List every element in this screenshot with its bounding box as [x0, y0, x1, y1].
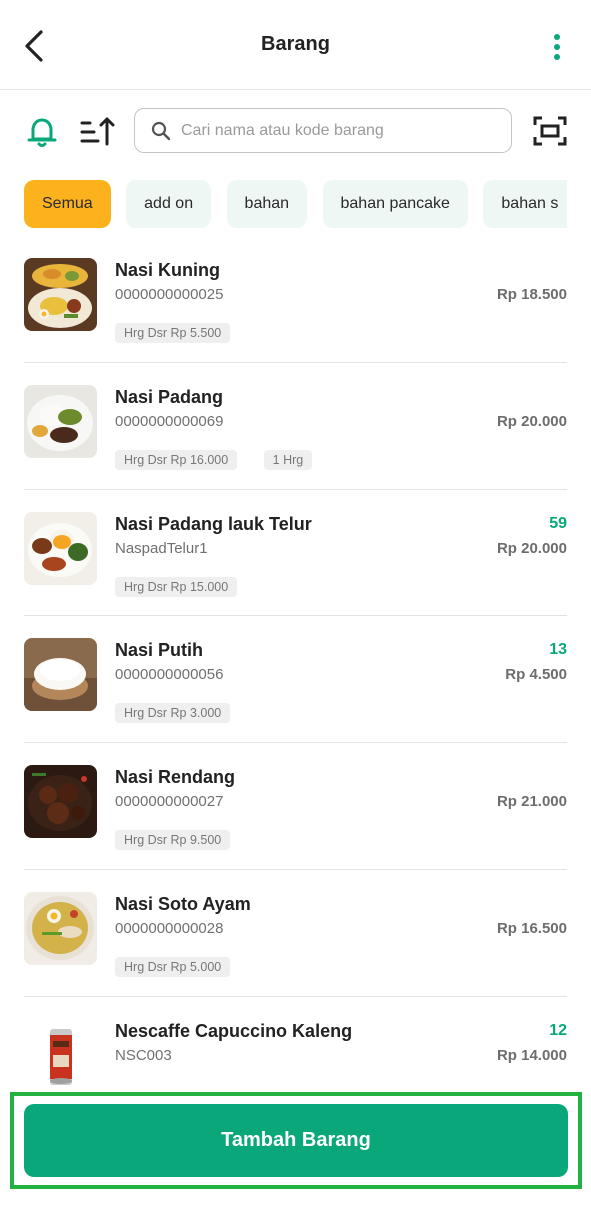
- product-stock: 59: [549, 514, 567, 532]
- search-icon: [151, 121, 171, 140]
- product-image-nescaffe-capuccino-kaleng: [24, 1018, 97, 1092]
- product-price: Rp 20.000: [496, 412, 567, 430]
- product-tags: Hrg Dsr Rp 15.000: [115, 576, 259, 597]
- bell-icon: [27, 118, 57, 147]
- app-header: Barang: [0, 0, 591, 90]
- product-image-nasi-padang: [24, 384, 97, 458]
- product-row[interactable]: Nasi Kuning 0000000000025 Rp 18.500 Hrg …: [24, 236, 567, 363]
- category-chip-bahan-s[interactable]: bahan s: [483, 180, 567, 228]
- base-price-tag: Hrg Dsr Rp 3.000: [115, 703, 231, 724]
- sort-icon: [80, 117, 115, 146]
- product-code: 0000000000069: [115, 412, 224, 430]
- category-filter-bar: Semua add on bahan bahan pancake bahan s: [24, 180, 567, 230]
- notification-button[interactable]: [24, 114, 60, 150]
- product-tags: Hrg Dsr Rp 5.500: [115, 323, 252, 343]
- product-name: Nescaffe Capuccino Kaleng: [115, 1020, 353, 1041]
- product-tags: Hrg Dsr Rp 5.000: [115, 956, 252, 977]
- product-row[interactable]: Nasi Padang 0000000000069 Rp 20.000 Hrg …: [24, 363, 567, 490]
- product-code: NSC003: [115, 1046, 172, 1064]
- scan-icon: [533, 116, 567, 146]
- product-image-nasi-soto-ayam: [24, 891, 97, 965]
- product-price: Rp 18.500: [496, 286, 567, 303]
- product-price: Rp 16.500: [496, 919, 567, 937]
- product-code: 0000000000027: [115, 793, 224, 811]
- base-price-tag: Hrg Dsr Rp 15.000: [115, 576, 238, 597]
- product-tags: Hrg Dsr Rp 3.000: [115, 703, 252, 724]
- scan-barcode-button[interactable]: [533, 116, 567, 146]
- search-input[interactable]: [181, 121, 481, 140]
- product-code: 0000000000028: [115, 919, 224, 937]
- product-image-nasi-kuning: [24, 258, 97, 331]
- product-image-nasi-putih: [24, 638, 97, 712]
- category-chip-bahan[interactable]: bahan: [226, 180, 308, 228]
- product-stock: 12: [549, 1021, 567, 1039]
- price-count-tag: 1 Hrg: [263, 449, 313, 470]
- product-row[interactable]: Nasi Putih 0000000000056 13 Rp 4.500 Hrg…: [24, 616, 567, 744]
- product-name: Nasi Padang: [115, 386, 224, 407]
- product-name: Nasi Kuning: [115, 260, 221, 280]
- category-chip-bahan-pancake[interactable]: bahan pancake: [322, 180, 468, 228]
- product-name: Nasi Soto Ayam: [115, 893, 251, 914]
- product-tags: Hrg Dsr Rp 9.500: [115, 830, 252, 851]
- base-price-tag: Hrg Dsr Rp 5.500: [115, 323, 231, 343]
- base-price-tag: Hrg Dsr Rp 16.000: [115, 449, 238, 470]
- category-chip-add-on[interactable]: add on: [126, 180, 212, 228]
- product-row[interactable]: Nasi Soto Ayam 0000000000028 Rp 16.500 H…: [24, 870, 567, 997]
- base-price-tag: Hrg Dsr Rp 5.000: [115, 956, 231, 977]
- product-image-nasi-padang-lauk-telur: [24, 511, 97, 585]
- page-title: Barang: [261, 33, 330, 55]
- product-price: Rp 4.500: [505, 666, 567, 684]
- add-item-button[interactable]: Tambah Barang: [24, 1104, 568, 1177]
- more-options-button[interactable]: [545, 30, 569, 64]
- add-item-highlight-frame: Tambah Barang: [10, 1092, 582, 1189]
- base-price-tag: Hrg Dsr Rp 9.500: [115, 830, 231, 851]
- product-stock: 13: [549, 641, 567, 659]
- more-vertical-icon: [554, 34, 560, 40]
- product-row[interactable]: Nasi Padang lauk Telur NaspadTelur1 59 R…: [24, 490, 567, 617]
- product-price: Rp 21.000: [496, 793, 567, 811]
- more-dot: [554, 54, 560, 60]
- product-list: Nasi Kuning 0000000000025 Rp 18.500 Hrg …: [24, 236, 567, 1124]
- product-code: 0000000000056: [115, 666, 224, 684]
- product-tags: Hrg Dsr Rp 16.000 1 Hrg: [115, 449, 334, 470]
- product-name: Nasi Putih: [115, 640, 204, 661]
- product-name: Nasi Padang lauk Telur: [115, 513, 312, 534]
- product-price: Rp 14.000: [496, 1046, 567, 1064]
- search-field[interactable]: [134, 108, 512, 153]
- more-dot: [554, 44, 560, 50]
- product-code: 0000000000025: [115, 286, 224, 303]
- product-code: NaspadTelur1: [115, 539, 208, 557]
- sort-button[interactable]: [78, 114, 116, 150]
- category-chip-semua[interactable]: Semua: [24, 180, 111, 228]
- product-name: Nasi Rendang: [115, 767, 236, 788]
- toolbar: [0, 106, 591, 156]
- product-price: Rp 20.000: [496, 539, 567, 557]
- product-image-nasi-rendang: [24, 765, 97, 839]
- product-row[interactable]: Nasi Rendang 0000000000027 Rp 21.000 Hrg…: [24, 743, 567, 870]
